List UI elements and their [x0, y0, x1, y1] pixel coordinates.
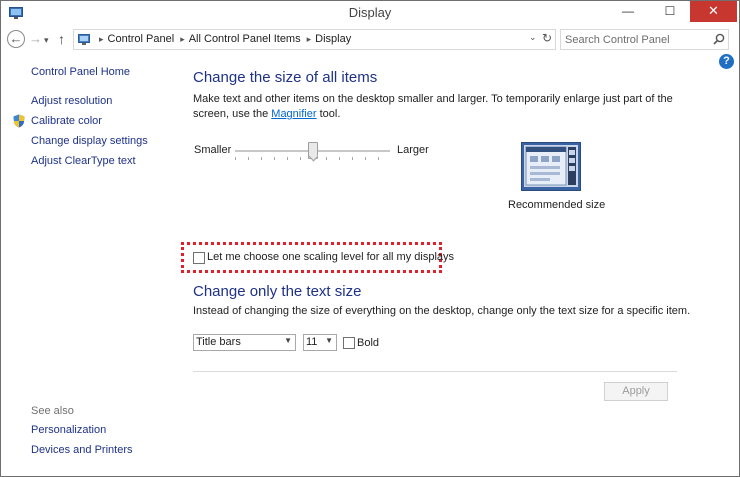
bold-checkbox[interactable] [343, 337, 355, 349]
apply-button[interactable]: Apply [604, 382, 668, 401]
close-button[interactable]: ✕ [690, 1, 737, 22]
magnifier-link[interactable]: Magnifier [271, 108, 316, 120]
sidebar-item-personalization[interactable]: Personalization [31, 424, 106, 436]
chevron-down-icon: ▼ [284, 336, 292, 345]
slider-max-label: Larger [397, 144, 429, 156]
recent-locations-button[interactable]: ▾ [44, 31, 49, 49]
search-box[interactable] [560, 29, 729, 50]
search-input[interactable] [565, 32, 705, 47]
chevron-down-icon[interactable]: ⌄ [529, 32, 537, 43]
search-icon[interactable] [713, 33, 725, 45]
help-icon[interactable]: ? [719, 54, 734, 69]
breadcrumb-path: ▸ Control Panel ▸ All Control Panel Items ▸ D… [93, 33, 351, 45]
breadcrumb-control-panel[interactable]: Control Panel [108, 33, 175, 45]
sidebar-item-change-display-settings[interactable]: Change display settings [31, 135, 148, 147]
title-bar: Display — ☐ ✕ [1, 1, 739, 27]
display-window: Display — ☐ ✕ ← → ▾ ↑ ▸ Control Panel ▸ All… [0, 0, 740, 477]
size-description: Make text and other items on the desktop… [193, 92, 683, 122]
refresh-icon[interactable]: ↻ [542, 31, 552, 45]
back-button[interactable]: ← [7, 30, 25, 48]
sidebar-item-adjust-resolution[interactable]: Adjust resolution [31, 95, 112, 107]
scaling-level-checkbox[interactable] [193, 252, 205, 264]
element-select[interactable]: Title bars ▼ [193, 334, 296, 351]
size-description-end: tool. [316, 108, 341, 120]
font-size-select[interactable]: 11 ▼ [303, 334, 337, 351]
sidebar-item-adjust-cleartype[interactable]: Adjust ClearType text [31, 155, 136, 167]
control-panel-icon [78, 34, 90, 45]
size-description-text: Make text and other items on the desktop… [193, 93, 673, 120]
breadcrumb-display[interactable]: Display [315, 33, 351, 45]
sidebar: Control Panel Home Adjust resolution Cal… [1, 52, 179, 476]
text-size-description: Instead of changing the size of everythi… [193, 305, 691, 317]
chevron-right-icon: ▸ [99, 34, 104, 44]
shield-icon [13, 114, 25, 128]
breadcrumb[interactable]: ▸ Control Panel ▸ All Control Panel Items ▸ D… [73, 29, 556, 50]
breadcrumb-all-items[interactable]: All Control Panel Items [189, 33, 301, 45]
font-size-select-value: 11 [306, 336, 318, 348]
address-bar: ← → ▾ ↑ ▸ Control Panel ▸ All Control Panel… [1, 27, 739, 52]
element-select-value: Title bars [196, 336, 241, 348]
display-preview-icon [521, 142, 581, 191]
bold-label[interactable]: Bold [357, 337, 379, 349]
chevron-right-icon[interactable]: ▸ [180, 34, 185, 44]
see-also-label: See also [31, 405, 74, 417]
slider-min-label: Smaller [194, 144, 232, 156]
maximize-button[interactable]: ☐ [656, 1, 684, 22]
chevron-right-icon[interactable]: ▸ [307, 34, 312, 44]
chevron-down-icon: ▼ [325, 336, 333, 345]
up-button[interactable]: ↑ [58, 30, 65, 48]
recommended-size-caption: Recommended size [508, 199, 606, 211]
minimize-button[interactable]: — [614, 1, 642, 22]
forward-button[interactable]: → [29, 30, 42, 48]
section-heading-text-size: Change only the text size [193, 283, 362, 300]
sidebar-item-devices-printers[interactable]: Devices and Printers [31, 444, 133, 456]
divider [193, 371, 677, 372]
section-heading-size-all: Change the size of all items [193, 69, 378, 86]
size-slider-thumb[interactable] [308, 142, 318, 159]
sidebar-item-home[interactable]: Control Panel Home [31, 66, 130, 78]
sidebar-item-calibrate-color[interactable]: Calibrate color [31, 115, 102, 127]
scaling-level-label[interactable]: Let me choose one scaling level for all … [207, 251, 454, 263]
